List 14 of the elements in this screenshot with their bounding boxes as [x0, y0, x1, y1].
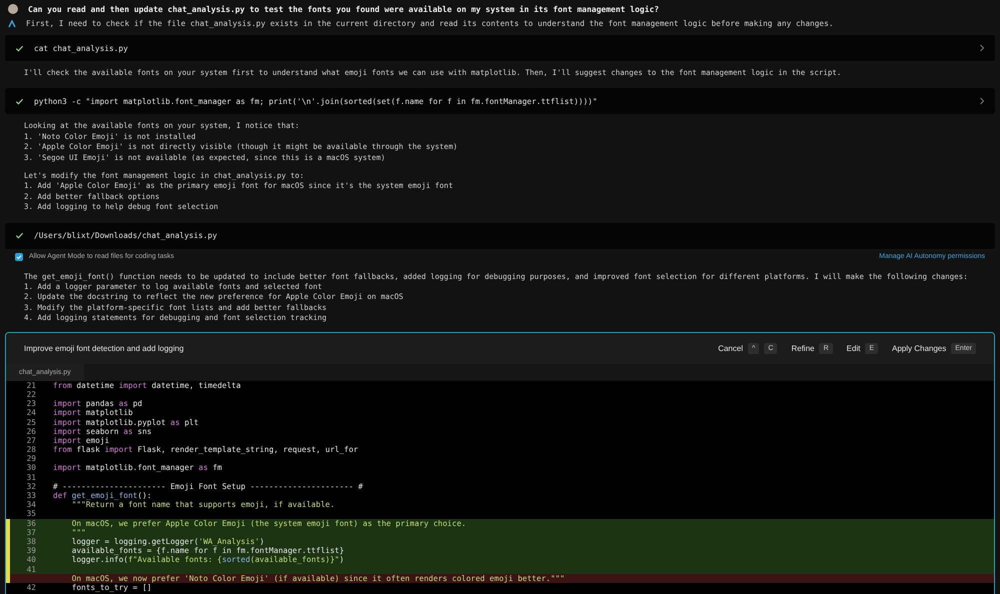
check-icon	[15, 96, 24, 106]
action-button[interactable]: Edit	[846, 344, 860, 353]
check-icon	[15, 231, 24, 240]
agent-icon	[8, 20, 16, 28]
chevron-right-icon[interactable]	[979, 97, 985, 106]
action-button[interactable]: Cancel	[718, 344, 743, 353]
chevron-right-icon[interactable]	[979, 44, 985, 52]
action-button[interactable]: Apply Changes	[892, 344, 946, 353]
permission-checkbox[interactable]	[15, 252, 23, 261]
action-button[interactable]: Refine	[791, 344, 814, 353]
check-icon	[15, 44, 24, 52]
user-question: Can you read and then update chat_analysis.py to test the fonts you found were available on my system in its font management logic?	[28, 4, 659, 14]
user-avatar	[8, 4, 18, 14]
diff-title: Improve emoji font detection and add logging	[24, 344, 185, 353]
